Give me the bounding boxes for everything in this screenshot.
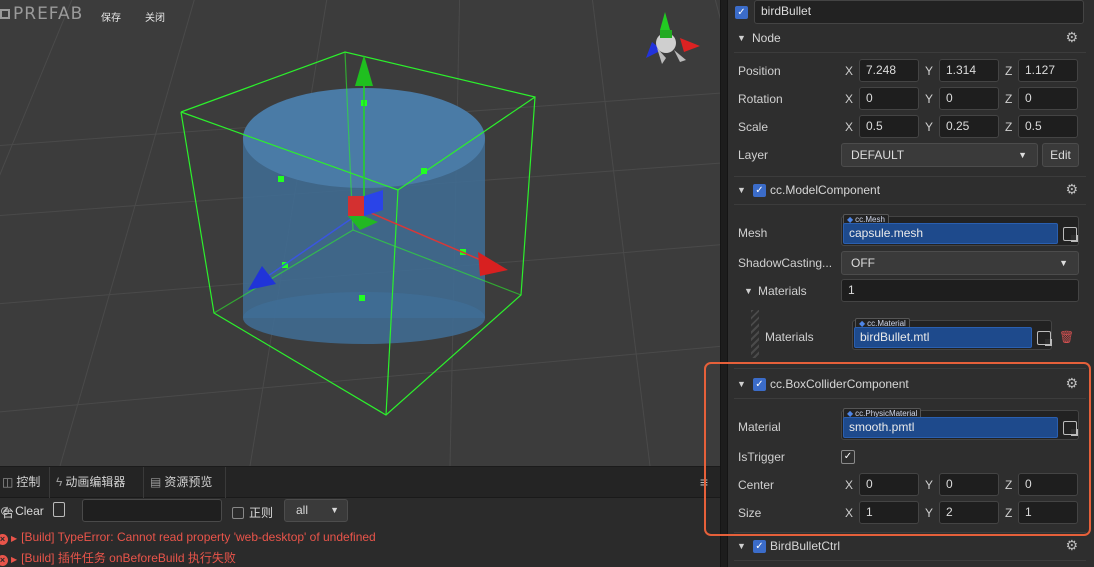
collapse-icon[interactable]: ▼ [737, 185, 746, 195]
highlight-box [704, 362, 1091, 536]
scene-canvas[interactable] [0, 0, 720, 466]
orientation-gizmo-icon[interactable] [646, 12, 700, 64]
position-z-field[interactable]: 1.127 [1018, 59, 1078, 82]
chevron-down-icon: ▼ [1059, 258, 1068, 268]
axis-y-label: Y [925, 64, 934, 78]
node-section-header[interactable]: ▼ Node ⚙ [728, 26, 1094, 52]
gear-icon[interactable]: ⚙ [1065, 537, 1078, 554]
chevron-down-icon: ▼ [330, 505, 339, 515]
collapse-icon[interactable]: ▼ [737, 541, 746, 551]
prefab-icon [0, 9, 10, 19]
position-x-field[interactable]: 7.248 [859, 59, 919, 82]
clear-icon: ⊘ [0, 504, 11, 518]
regex-checkbox[interactable] [232, 507, 244, 519]
clear-button[interactable]: ⊘ Clear [0, 504, 44, 518]
axis-z-label: Z [1005, 64, 1013, 78]
error-icon: × [0, 555, 8, 566]
console-search-input[interactable] [82, 499, 222, 522]
rotation-x-field[interactable]: 0 [859, 87, 919, 110]
model-component-header[interactable]: ▼ ✓ cc.ModelComponent ⚙ [728, 178, 1094, 204]
scale-z-field[interactable]: 0.5 [1018, 115, 1078, 138]
mesh-asset-value[interactable]: capsule.mesh [843, 223, 1058, 244]
node-name-field[interactable]: birdBullet [754, 0, 1084, 24]
scene-title: PREFAB [0, 4, 83, 24]
axis-y-label: Y [925, 120, 934, 134]
tab-animation-editor[interactable]: ϟ 动画编辑器 [52, 467, 144, 498]
rotation-label: Rotation [738, 92, 783, 106]
delete-icon[interactable]: 🗑 [1059, 330, 1074, 344]
rotation-z-field[interactable]: 0 [1018, 87, 1078, 110]
layer-label: Layer [738, 148, 769, 162]
tab-console[interactable]: ◫ 控制台 [0, 467, 50, 520]
ctrl-enabled-checkbox[interactable]: ✓ [753, 540, 766, 553]
divider [734, 176, 1086, 177]
console-icon: ◫ [2, 475, 14, 489]
divider [734, 560, 1086, 561]
console-panel: ◫ 控制台 ϟ 动画编辑器 ▤ 资源预览 ≡ ⊘ Clear 正则 all ▼ × ▶ [Bu… [0, 466, 720, 567]
materials-label: Materials [758, 284, 807, 298]
bird-bullet-ctrl-header[interactable]: ▼ ✓ BirdBulletCtrl ⚙ [728, 534, 1094, 560]
log-entry[interactable]: × ▶ [Build] TypeError: Cannot read propert… [0, 527, 720, 548]
axis-x-label: X [845, 64, 854, 78]
model-enabled-checkbox[interactable]: ✓ [753, 184, 766, 197]
mesh-label: Mesh [738, 226, 768, 240]
divider [734, 204, 1086, 205]
save-button[interactable]: 保存 [101, 9, 121, 24]
material-item-label: Materials [765, 330, 814, 344]
chevron-down-icon: ▼ [1018, 150, 1027, 160]
log-entry[interactable]: × ▶ [Build] 插件任务 onBeforeBuild 执行失败 [0, 548, 720, 567]
shadow-casting-select[interactable]: OFF ▼ [841, 251, 1079, 275]
axis-y-label: Y [925, 92, 934, 106]
log-level-select[interactable]: all ▼ [284, 499, 348, 522]
axis-z-label: Z [1005, 92, 1013, 106]
collapse-icon[interactable]: ▼ [744, 286, 753, 296]
error-icon: × [0, 534, 8, 545]
asset-picker-icon[interactable] [1063, 227, 1078, 242]
axis-z-label: Z [1005, 120, 1013, 134]
layer-select[interactable]: DEFAULT ▼ [841, 143, 1038, 167]
gear-icon[interactable]: ⚙ [1065, 29, 1078, 46]
position-y-field[interactable]: 1.314 [939, 59, 999, 82]
document-icon: ▤ [150, 475, 162, 489]
node-active-checkbox[interactable]: ✓ [735, 6, 748, 19]
shadow-casting-label: ShadowCasting... [738, 256, 833, 270]
scene-view[interactable]: PREFAB 保存 关闭 [0, 0, 720, 466]
tab-asset-preview[interactable]: ▤ 资源预览 [146, 467, 226, 498]
materials-count-field[interactable]: 1 [841, 279, 1079, 302]
collapse-icon[interactable]: ▼ [737, 33, 746, 43]
divider [734, 52, 1086, 53]
console-toolbar: ⊘ Clear 正则 all ▼ [0, 498, 720, 527]
array-indent-bar [751, 310, 759, 358]
console-tab-bar: ◫ 控制台 ϟ 动画编辑器 ▤ 资源预览 ≡ [0, 467, 720, 520]
gear-icon[interactable]: ⚙ [1065, 181, 1078, 198]
position-label: Position [738, 64, 781, 78]
regex-toggle[interactable]: 正则 [232, 504, 273, 521]
scale-label: Scale [738, 120, 769, 134]
material-asset-value[interactable]: birdBullet.mtl [854, 327, 1032, 348]
axis-x-label: X [845, 120, 854, 134]
expand-icon[interactable]: ▶ [11, 534, 17, 543]
expand-icon[interactable]: ▶ [11, 555, 17, 564]
axis-x-label: X [845, 92, 854, 106]
close-button[interactable]: 关闭 [145, 9, 165, 24]
scale-x-field[interactable]: 0.5 [859, 115, 919, 138]
animation-icon: ϟ [56, 475, 63, 489]
scale-y-field[interactable]: 0.25 [939, 115, 999, 138]
open-log-file-icon[interactable] [53, 502, 65, 517]
rotation-y-field[interactable]: 0 [939, 87, 999, 110]
edit-layer-button[interactable]: Edit [1042, 143, 1079, 167]
asset-picker-icon[interactable] [1037, 331, 1052, 346]
